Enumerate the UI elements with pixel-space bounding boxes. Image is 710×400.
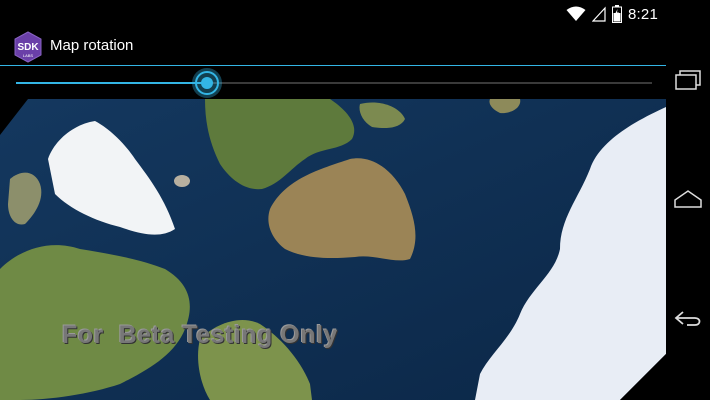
home-icon[interactable] xyxy=(673,188,703,212)
status-bar: 8:21 xyxy=(0,0,666,27)
navigation-bar xyxy=(666,0,710,400)
back-icon[interactable] xyxy=(673,306,703,330)
wifi-icon xyxy=(566,6,586,21)
action-bar: SDK LABS Map rotation xyxy=(0,27,666,66)
map-canvas[interactable] xyxy=(0,99,666,400)
app-icon-text: SDK xyxy=(17,42,39,53)
signal-icon xyxy=(592,6,606,22)
slider-thumb[interactable] xyxy=(191,67,223,99)
app-icon[interactable]: SDK LABS xyxy=(14,31,42,63)
page-title: Map rotation xyxy=(50,37,134,54)
battery-icon xyxy=(612,5,622,23)
status-icons: 8:21 xyxy=(566,4,658,24)
recent-apps-icon[interactable] xyxy=(673,68,703,92)
status-clock: 8:21 xyxy=(628,5,658,23)
rotation-slider[interactable] xyxy=(16,68,652,98)
app-icon-subtext: LABS xyxy=(23,53,34,58)
beta-watermark: For Beta Testing Only xyxy=(62,321,338,349)
slider-fill xyxy=(16,82,207,84)
island-small xyxy=(174,175,190,187)
rotation-slider-container xyxy=(0,66,666,100)
map-view[interactable]: For Beta Testing Only xyxy=(0,99,666,400)
